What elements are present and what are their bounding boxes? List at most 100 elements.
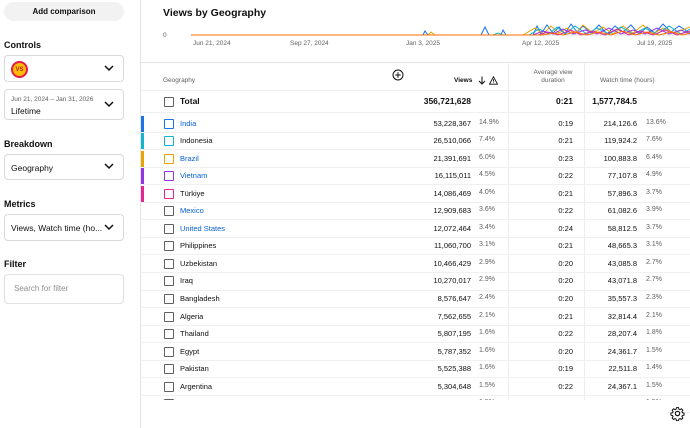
table-row: Thailand 5,807,195 1.6% 0:22 28,207.4 1.8% [141,325,690,343]
filter-search-box[interactable] [4,274,124,304]
series-color-stripe [141,150,144,167]
series-color-stripe [141,185,144,202]
chart-xtick: Jan 3, 2025 [406,40,440,47]
table-row: Brazil 21,391,691 6.0% 0:23 100,883.8 6.4% [141,150,690,168]
watch-time-value: 35,557.3 [607,294,637,303]
watch-time-percent: 1.4% [646,364,662,372]
row-checkbox[interactable] [164,188,174,199]
views-value: 5,525,388 [437,364,471,374]
row-divider [141,112,690,113]
views-percent: 1.6% [479,346,495,354]
views-percent: 2.1% [479,311,495,319]
row-checkbox[interactable] [164,346,174,357]
table-row: India 53,228,367 14.9% 0:19 214,126.6 13.6% [141,115,690,133]
row-checkbox[interactable] [164,364,174,375]
views-value: 5,304,648 [437,381,471,391]
country-link[interactable]: India [180,119,196,128]
metrics-select[interactable]: Views, Watch time (ho... [4,214,124,241]
views-value: 21,391,691 [433,153,471,163]
warning-icon[interactable] [489,76,498,85]
row-checkbox[interactable] [164,153,174,164]
row-checkbox[interactable] [164,206,174,217]
total-watch-time: 1,577,784.5 [592,96,637,106]
chart-xtick: Jul 19, 2025 [637,40,673,47]
total-checkbox[interactable] [164,97,174,107]
watch-time-percent: 13.6% [646,118,666,126]
table-top-border [141,62,690,63]
table-row: Vietnam 16,115,011 4.5% 0:22 77,107.8 4.9% [141,167,690,185]
watch-time-value: 32,814.4 [607,311,637,321]
watch-time-percent: 2.3% [646,294,662,301]
views-value: 5,807,195 [437,329,471,339]
filter-search-input[interactable] [14,284,124,293]
country-name: Bangladesh [180,294,220,303]
avg-view-duration-header[interactable]: Average view duration [525,69,581,86]
row-checkbox[interactable] [164,381,174,392]
table-row: Philippines 11,060,700 3.1% 0:21 48,665.3 3.1… [141,237,690,255]
views-header[interactable]: Views [454,77,472,85]
watch-time-value: 119,924.2 [604,136,637,146]
country-link[interactable]: Vietnam [180,171,207,180]
watch-time-value: 77,107.8 [607,171,637,181]
breakdown-select[interactable]: Geography [4,154,124,180]
row-checkbox[interactable] [164,258,174,269]
views-percent: 1.5% [479,381,495,389]
table-row: Bangladesh 8,576,647 2.4% 0:20 35,557.3 2.3% [141,290,690,308]
watch-time-value: 58,812.5 [607,223,637,233]
watch-time-percent: 2.1% [646,311,662,319]
country-name: Argentina [180,381,213,391]
watch-time-percent: 3.7% [646,223,662,231]
country-link[interactable]: Brazil [180,154,199,163]
row-checkbox[interactable] [164,136,174,147]
views-value: 10,466,429 [433,258,471,268]
chart-xtick: Jun 21, 2024 [193,40,231,47]
row-checkbox[interactable] [164,241,174,252]
views-percent: 1.6% [479,364,495,372]
breakdown-value: Geography [11,163,54,173]
views-value: 7,562,655 [437,311,471,321]
row-checkbox[interactable] [164,311,174,322]
table-row: Türkiye 14,086,469 4.0% 0:21 57,896.3 3.7% [141,185,690,203]
add-column-icon[interactable] [392,69,404,81]
chevron-down-icon [104,223,114,230]
date-range-select[interactable]: Jun 21, 2024 – Jan 31, 2026 Lifetime [4,89,124,120]
watch-time-percent: 1.8% [646,329,662,337]
watch-time-percent: 6.4% [646,153,662,161]
row-checkbox[interactable] [164,329,174,340]
views-percent: 7.4% [479,136,495,144]
views-percent: 2.9% [479,276,495,284]
watch-time-header[interactable]: Watch time (hours) [600,77,655,85]
mini-line-chart[interactable] [163,22,690,52]
row-checkbox[interactable] [164,294,174,304]
table-row: Egypt 5,787,352 1.6% 0:20 24,361.7 1.5% [141,343,690,361]
country-link[interactable]: Mexico [180,206,204,215]
views-percent: 3.6% [479,206,495,214]
table-row: Argentina 5,304,648 1.5% 0:22 24,367.1 1.5% [141,378,690,396]
row-checkbox[interactable] [164,223,174,234]
add-comparison-button[interactable]: Add comparison [4,2,124,21]
row-checkbox[interactable] [164,276,174,287]
series-color-stripe [141,168,144,185]
views-value: 12,072,464 [433,223,471,233]
chart-svg [191,23,690,36]
views-percent: 2.4% [479,294,495,301]
table-row: Uzbekistan 10,466,429 2.9% 0:20 43,085.8 2.7% [141,255,690,273]
country-link[interactable]: United States [180,224,225,233]
settings-gear-icon[interactable] [670,406,685,421]
total-row: Total 356,721,628 0:21 1,577,784.5 [141,93,690,111]
series-color-stripe [141,133,144,150]
date-range-value: Lifetime [11,106,41,116]
watch-time-value: 28,207.4 [607,329,637,339]
total-views: 356,721,628 [423,96,471,106]
geography-header[interactable]: Geography [163,77,195,85]
watch-time-value: 43,071.8 [607,276,637,286]
channel-select[interactable]: VS [4,55,124,82]
views-percent: 3.1% [479,241,495,249]
views-value: 16,115,011 [434,171,471,181]
watch-time-value: 22,511.8 [608,364,637,374]
total-label: Total [180,96,200,106]
row-checkbox[interactable] [164,171,174,182]
row-divider [141,90,690,91]
sort-down-arrow-icon[interactable] [478,76,486,85]
row-checkbox[interactable] [164,118,174,129]
